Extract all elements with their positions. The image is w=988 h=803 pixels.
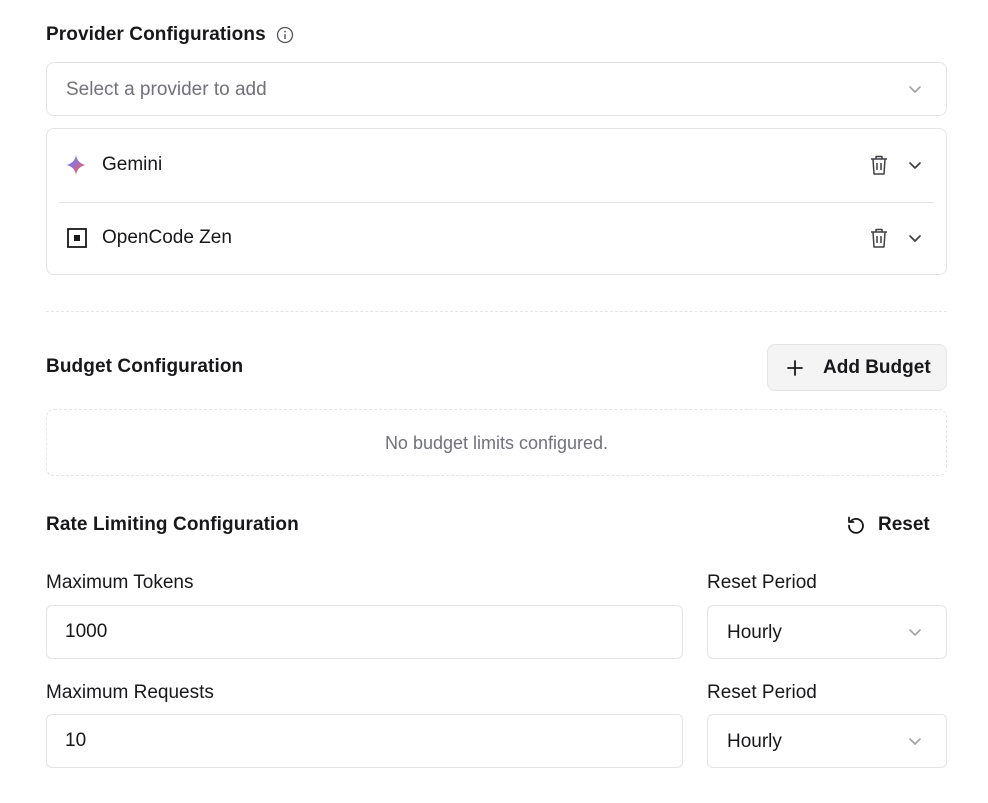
provider-list: Gemini OpenCode Zen bbox=[46, 128, 947, 275]
max-tokens-input[interactable] bbox=[46, 605, 683, 659]
trash-icon[interactable] bbox=[869, 154, 889, 176]
max-requests-label: Maximum Requests bbox=[46, 682, 214, 703]
max-tokens-label: Maximum Tokens bbox=[46, 572, 194, 593]
provider-configurations-title: Provider Configurations bbox=[46, 24, 266, 45]
add-budget-label: Add Budget bbox=[823, 357, 931, 378]
max-requests-input[interactable] bbox=[46, 714, 683, 768]
info-icon[interactable] bbox=[276, 26, 294, 44]
chevron-down-icon bbox=[909, 86, 921, 93]
reset-icon bbox=[848, 516, 864, 534]
chevron-down-icon bbox=[909, 738, 921, 745]
provider-select-placeholder: Select a provider to add bbox=[66, 79, 267, 100]
budget-empty-state: No budget limits configured. bbox=[46, 409, 947, 476]
provider-select[interactable]: Select a provider to add bbox=[46, 62, 947, 116]
provider-label-opencode-zen: OpenCode Zen bbox=[102, 227, 232, 248]
reset-label: Reset bbox=[878, 514, 930, 535]
requests-reset-period-select[interactable]: Hourly bbox=[707, 714, 947, 768]
tokens-reset-period-label: Reset Period bbox=[707, 572, 817, 593]
budget-configuration-title: Budget Configuration bbox=[46, 356, 244, 377]
chevron-down-icon[interactable] bbox=[907, 230, 923, 246]
rate-limiting-title: Rate Limiting Configuration bbox=[46, 514, 299, 535]
chevron-down-icon bbox=[909, 629, 921, 636]
provider-row-opencode-zen[interactable]: OpenCode Zen bbox=[47, 202, 946, 275]
gemini-sparkle-icon bbox=[66, 155, 86, 175]
tokens-reset-period-select[interactable]: Hourly bbox=[707, 605, 947, 659]
trash-icon[interactable] bbox=[869, 227, 889, 249]
requests-reset-period-value: Hourly bbox=[727, 731, 782, 752]
add-budget-button[interactable]: Add Budget bbox=[767, 344, 947, 391]
provider-label-gemini: Gemini bbox=[102, 154, 163, 175]
provider-row-gemini[interactable]: Gemini bbox=[47, 129, 946, 202]
plus-icon bbox=[787, 360, 803, 376]
section-divider bbox=[46, 311, 947, 312]
requests-reset-period-label: Reset Period bbox=[707, 682, 817, 703]
opencode-zen-icon bbox=[67, 228, 87, 248]
tokens-reset-period-value: Hourly bbox=[727, 622, 782, 643]
budget-empty-message: No budget limits configured. bbox=[384, 433, 609, 453]
reset-button[interactable]: Reset bbox=[840, 510, 940, 542]
chevron-down-icon[interactable] bbox=[907, 157, 923, 173]
